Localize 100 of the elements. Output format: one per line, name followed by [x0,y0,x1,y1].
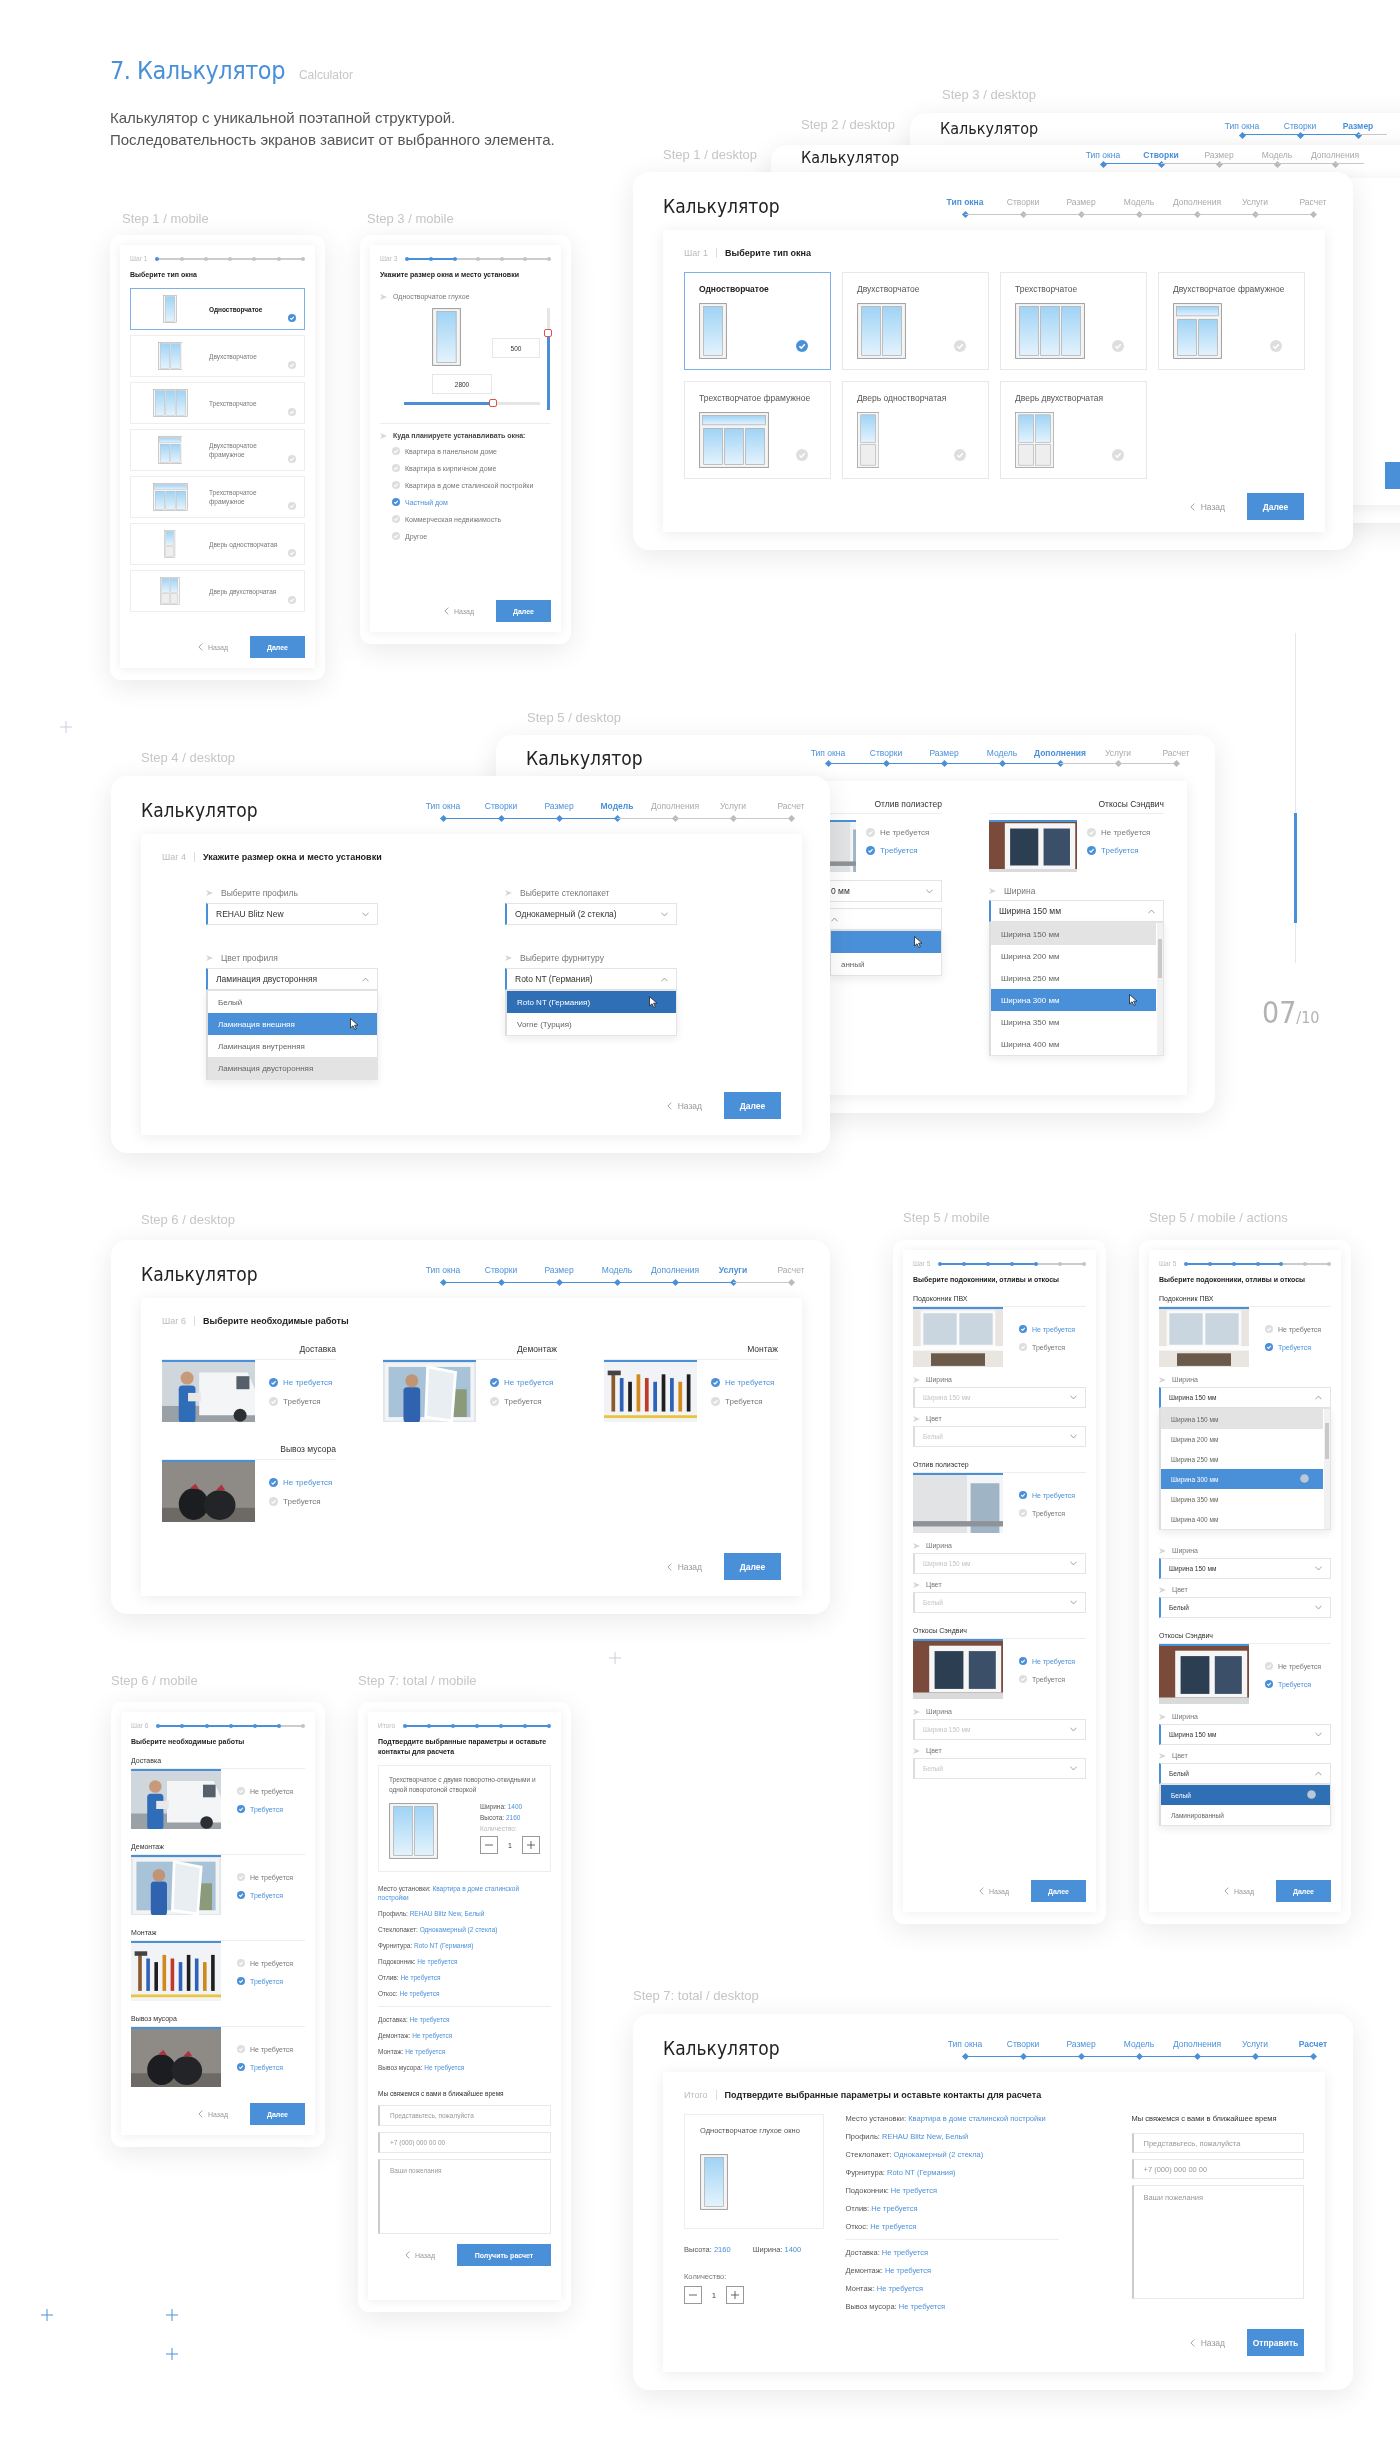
step-tab[interactable]: Услуги [704,1265,762,1287]
step-tab[interactable]: Тип окна [414,1265,472,1287]
dropdown-option[interactable]: Ламинация двусторонняя [208,1057,377,1079]
dropdown-option[interactable]: Ширина 200 мм [991,945,1156,967]
select-field[interactable]: Однокамерный (2 стекла) [505,903,677,925]
step-tab[interactable]: Услуги [704,801,762,823]
step-tab[interactable]: Модель [588,801,646,823]
step-tab[interactable]: Тип окна [414,801,472,823]
step-tab[interactable]: Створки [994,197,1052,219]
window-type-card[interactable]: Дверь двухстворчатая [1000,381,1147,479]
dropdown-option[interactable]: Белый [208,991,377,1013]
step-tab[interactable]: Расчет [762,801,820,823]
radio-option[interactable]: Требуется [269,1397,333,1406]
window-type-card[interactable]: Одностворчатое [684,272,831,370]
dropdown-option[interactable]: Ширина 250 мм [991,967,1156,989]
radio-option[interactable]: Не требуется [490,1378,554,1387]
select-field[interactable]: 0 мм [829,880,942,902]
step-label: Шаг 4 [162,852,188,862]
dropdown-option[interactable]: Ширина 400 мм [991,1033,1156,1055]
window-type-card[interactable]: Трехстворчатое фрамужное [684,381,831,479]
step-tab[interactable]: Модель [1248,150,1306,167]
radio-option[interactable]: Требуется [866,846,930,855]
dropdown-option[interactable]: Ламинация внешняя [208,1013,377,1035]
step-tab[interactable]: Размер [1052,197,1110,219]
back-button[interactable]: Назад [666,1561,702,1572]
dropdown-option[interactable]: Roto NT (Германия) [507,991,676,1013]
dropdown-option[interactable]: Vorne (Турция) [507,1013,676,1035]
next-button[interactable]: Отправить [1247,2329,1304,2356]
dropdown-option[interactable]: Ширина 150 мм [991,923,1156,945]
step-tab[interactable]: Размер [1190,150,1248,167]
step-tab[interactable]: Размер [530,801,588,823]
step-tab[interactable]: Дополнения [646,1265,704,1287]
radio-option[interactable]: Не требуется [269,1478,333,1487]
step-tab[interactable]: Размер [1329,121,1387,138]
step-tab[interactable]: Расчет [1284,2039,1342,2061]
step-heading: Выберите тип окна [716,248,812,258]
step-tab[interactable]: Дополнения [1168,197,1226,219]
radio-option[interactable]: Не требуется [1087,828,1151,837]
step-tab[interactable]: Расчет [762,1265,820,1287]
description-text: Калькулятор с уникальной поэтапной структурой. [110,108,457,128]
dropdown-option[interactable]: анный [831,953,941,975]
next-button[interactable]: Далее [724,1553,781,1580]
next-button[interactable]: Далее [724,1092,781,1119]
step-tab[interactable]: Расчет [1147,748,1205,767]
radio-option[interactable]: Не требуется [711,1378,775,1387]
back-button[interactable]: Назад [1189,501,1225,512]
step-tab[interactable]: Тип окна [936,197,994,219]
radio-option[interactable]: Требуется [490,1397,554,1406]
step-tab[interactable]: Размер [1052,2039,1110,2061]
step-tab[interactable]: Дополнения [1168,2039,1226,2061]
step-tab[interactable]: Услуги [1226,197,1284,219]
radio-option[interactable]: Требуется [269,1497,333,1506]
step-tab[interactable]: Услуги [1089,748,1147,767]
window-type-card[interactable]: Трехстворчатое [1000,272,1147,370]
step-tab[interactable]: Услуги [1226,2039,1284,2061]
step-tab[interactable]: Дополнения [646,801,704,823]
window-type-card[interactable]: Двухстворчатое [842,272,989,370]
step-tab[interactable]: Створки [1132,150,1190,167]
step-tab[interactable]: Модель [1110,2039,1168,2061]
service-title: Доставка [162,1344,336,1360]
step-tab[interactable]: Размер [915,748,973,767]
brand-title: Калькулятор [801,148,901,167]
step-tab[interactable]: Дополнения [1306,150,1364,167]
step-tab[interactable]: Модель [1110,197,1168,219]
step-heading: Подтвердите выбранные параметры и оставьте контакты для расчета [715,2090,1042,2100]
step-tab[interactable]: Тип окна [1074,150,1132,167]
step-tab[interactable]: Тип окна [799,748,857,767]
step-tab[interactable]: Модель [588,1265,646,1287]
frame-label: Step 5 / mobile [903,1210,990,1225]
window-type-card[interactable]: Дверь одностворчатая [842,381,989,479]
next-button[interactable]: Далее [1247,493,1304,520]
step-tab[interactable]: Створки [472,1265,530,1287]
step-tab[interactable]: Расчет [1284,197,1342,219]
frame-label: Step 6 / mobile [111,1673,198,1688]
step-tab[interactable]: Створки [994,2039,1052,2061]
step-label: Шаг 6 [162,1316,188,1326]
brand-title: Калькулятор [940,119,1040,138]
frame-label: Step 7: total / mobile [358,1673,477,1688]
service-title: Демонтаж [383,1344,557,1360]
back-button[interactable]: Назад [1189,2337,1225,2348]
radio-option[interactable]: Не требуется [269,1378,333,1387]
radio-option[interactable]: Требуется [1087,846,1151,855]
dropdown-option[interactable]: Ширина 350 мм [991,1011,1156,1033]
step-tab[interactable]: Дополнения [1031,748,1089,767]
window-type-card[interactable]: Двухстворчатое фрамужное [1158,272,1305,370]
radio-option[interactable]: Требуется [711,1397,775,1406]
page-number: 07 [1262,995,1297,1030]
step-tab[interactable]: Тип окна [936,2039,994,2061]
dropdown-option[interactable]: Ширина 300 мм [991,989,1156,1011]
dropdown-option[interactable]: Ламинация внутренняя [208,1035,377,1057]
step-tab[interactable]: Створки [857,748,915,767]
step-tab[interactable]: Створки [472,801,530,823]
select-field[interactable]: REHAU Blitz New [206,903,378,925]
radio-option[interactable]: Не требуется [866,828,930,837]
step-tab[interactable]: Тип окна [1213,121,1271,138]
step-tab[interactable]: Створки [1271,121,1329,138]
service-title: Вывоз мусора [162,1444,336,1460]
step-tab[interactable]: Модель [973,748,1031,767]
step-tab[interactable]: Размер [530,1265,588,1287]
back-button[interactable]: Назад [666,1100,702,1111]
